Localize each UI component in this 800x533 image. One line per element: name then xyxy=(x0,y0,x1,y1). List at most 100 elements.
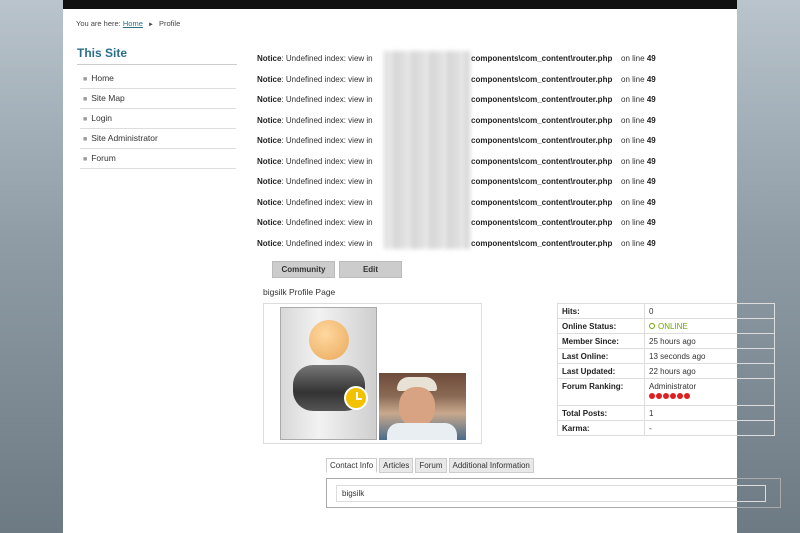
notice-label: Notice xyxy=(257,156,282,166)
notice-line-ref: on line 49 xyxy=(621,116,656,125)
stat-row: Last Updated: 22 hours ago xyxy=(557,363,775,379)
notice-line-text: on line xyxy=(621,156,645,166)
stat-value: 25 hours ago xyxy=(644,333,775,349)
notice-message: : Undefined index: view in xyxy=(281,218,373,227)
bullet-icon: ■ xyxy=(83,116,88,123)
breadcrumb-arrow-icon: ► xyxy=(147,22,154,28)
notice-line-ref: on line 49 xyxy=(621,239,656,248)
sidebar-item-login[interactable]: ■ Login xyxy=(80,109,236,129)
breadcrumb-current: Profile xyxy=(159,19,181,28)
notice-line-number: 49 xyxy=(646,74,656,84)
notice-path: components\com_content\router.php xyxy=(471,136,613,145)
profile-title: bigsilk Profile Page xyxy=(263,287,336,297)
stat-row: Online Status: ONLINE xyxy=(557,318,775,334)
sidebar-item-label: Site Administrator xyxy=(91,133,158,143)
avatar-head-icon xyxy=(309,320,349,360)
tab-articles[interactable]: Articles xyxy=(379,458,414,473)
rank-dot-icon xyxy=(670,393,676,399)
stat-row: Member Since: 25 hours ago xyxy=(557,333,775,349)
notice-label: Notice xyxy=(257,74,282,84)
stat-key: Hits: xyxy=(557,303,645,319)
avatar-panel xyxy=(263,303,482,444)
rank-dot-icon xyxy=(649,393,655,399)
stat-row: Last Online: 13 seconds ago xyxy=(557,348,775,364)
sidebar-item-label: Site Map xyxy=(91,93,125,103)
notice-line-number: 49 xyxy=(646,218,656,227)
sidebar-item-label: Login xyxy=(91,113,113,123)
breadcrumb-prefix: You are here: xyxy=(76,19,121,28)
rank-dot-icon xyxy=(677,393,683,399)
notice-label: Notice xyxy=(257,54,282,63)
notice-path: components\com_content\router.php xyxy=(471,74,613,84)
notice-message: : Undefined index: view in xyxy=(281,95,373,104)
page: You are here: Home ► Profile This Site ■… xyxy=(63,0,781,533)
notice-line-text: on line xyxy=(621,115,645,125)
sidebar-item-forum[interactable]: ■ Forum xyxy=(80,149,236,169)
notice-path: components\com_content\router.php xyxy=(471,54,613,63)
notice-path: components\com_content\router.php xyxy=(471,218,613,227)
sidebar-item-site-administrator[interactable]: ■ Site Administrator xyxy=(80,129,236,149)
top-bar xyxy=(63,0,737,9)
stat-value: 1 xyxy=(644,405,775,421)
notice-line-text: on line xyxy=(621,238,645,248)
notice-path: components\com_content\router.php xyxy=(471,197,613,207)
forum-ranking: Administrator xyxy=(644,378,775,406)
notice-label: Notice xyxy=(257,136,282,145)
notice-line-ref: on line 49 xyxy=(621,95,656,104)
tab-contact-info[interactable]: Contact Info xyxy=(326,458,378,473)
stat-key: Total Posts: xyxy=(557,405,645,421)
breadcrumb-home-link[interactable]: Home xyxy=(123,19,143,28)
default-avatar xyxy=(280,307,377,440)
notice-message: : Undefined index: view in xyxy=(281,136,373,145)
tab-panel: bigsilk xyxy=(326,478,781,508)
edit-button[interactable]: Edit xyxy=(339,261,402,278)
stat-key: Last Online: xyxy=(557,348,645,364)
notice-label: Notice xyxy=(257,115,282,125)
stat-value: - xyxy=(644,420,775,436)
stat-key: Last Updated: xyxy=(557,363,645,379)
notice-label: Notice xyxy=(257,95,282,104)
sidebar-item-site-map[interactable]: ■ Site Map xyxy=(80,89,236,109)
notice-line-number: 49 xyxy=(646,54,656,63)
notice-line-text: on line xyxy=(621,74,645,84)
notice-line-number: 49 xyxy=(646,177,656,186)
ranking-stars-icon xyxy=(649,392,770,401)
notice-line-text: on line xyxy=(621,177,645,186)
sidebar-item-label: Home xyxy=(91,73,114,83)
stat-value: 22 hours ago xyxy=(644,363,775,379)
notice-line-text: on line xyxy=(621,136,645,145)
user-photo xyxy=(379,373,466,440)
community-button[interactable]: Community xyxy=(272,261,335,278)
notice-message: : Undefined index: view in xyxy=(281,197,373,207)
breadcrumb: You are here: Home ► Profile xyxy=(76,19,180,28)
sidebar-title: This Site xyxy=(77,46,128,60)
tab-additional-information[interactable]: Additional Information xyxy=(448,458,534,473)
sidebar-item-home[interactable]: ■ Home xyxy=(80,69,236,89)
notice-message: : Undefined index: view in xyxy=(281,156,373,166)
bullet-icon: ■ xyxy=(83,96,88,103)
stat-value: 13 seconds ago xyxy=(644,348,775,364)
sidebar-divider xyxy=(77,64,237,65)
stat-row: Total Posts: 1 xyxy=(557,405,775,421)
profile-stats-table: Hits: 0 Online Status: ONLINE Member Since… xyxy=(557,303,775,436)
rank-dot-icon xyxy=(663,393,669,399)
notice-line-number: 49 xyxy=(646,136,656,145)
tab-forum[interactable]: Forum xyxy=(415,458,447,473)
notice-line-text: on line xyxy=(621,95,645,104)
notice-path: components\com_content\router.php xyxy=(471,177,613,186)
notice-path: components\com_content\router.php xyxy=(471,95,613,104)
sidebar-menu: ■ Home ■ Site Map ■ Login ■ Site Administrat… xyxy=(80,69,236,169)
notice-line-ref: on line 49 xyxy=(621,54,656,63)
bullet-icon: ■ xyxy=(83,136,88,143)
notice-line-ref: on line 49 xyxy=(621,218,656,227)
notice-path: components\com_content\router.php xyxy=(471,238,613,248)
notice-line-ref: on line 49 xyxy=(621,136,656,145)
stat-key: Forum Ranking: xyxy=(557,378,645,406)
bullet-icon: ■ xyxy=(83,76,88,83)
notice-line-ref: on line 49 xyxy=(621,157,656,166)
stat-row: Karma: - xyxy=(557,420,775,436)
notice-message: : Undefined index: view in xyxy=(281,115,373,125)
notice-line-ref: on line 49 xyxy=(621,177,656,186)
notice-message: : Undefined index: view in xyxy=(281,177,373,186)
notice-label: Notice xyxy=(257,177,282,186)
